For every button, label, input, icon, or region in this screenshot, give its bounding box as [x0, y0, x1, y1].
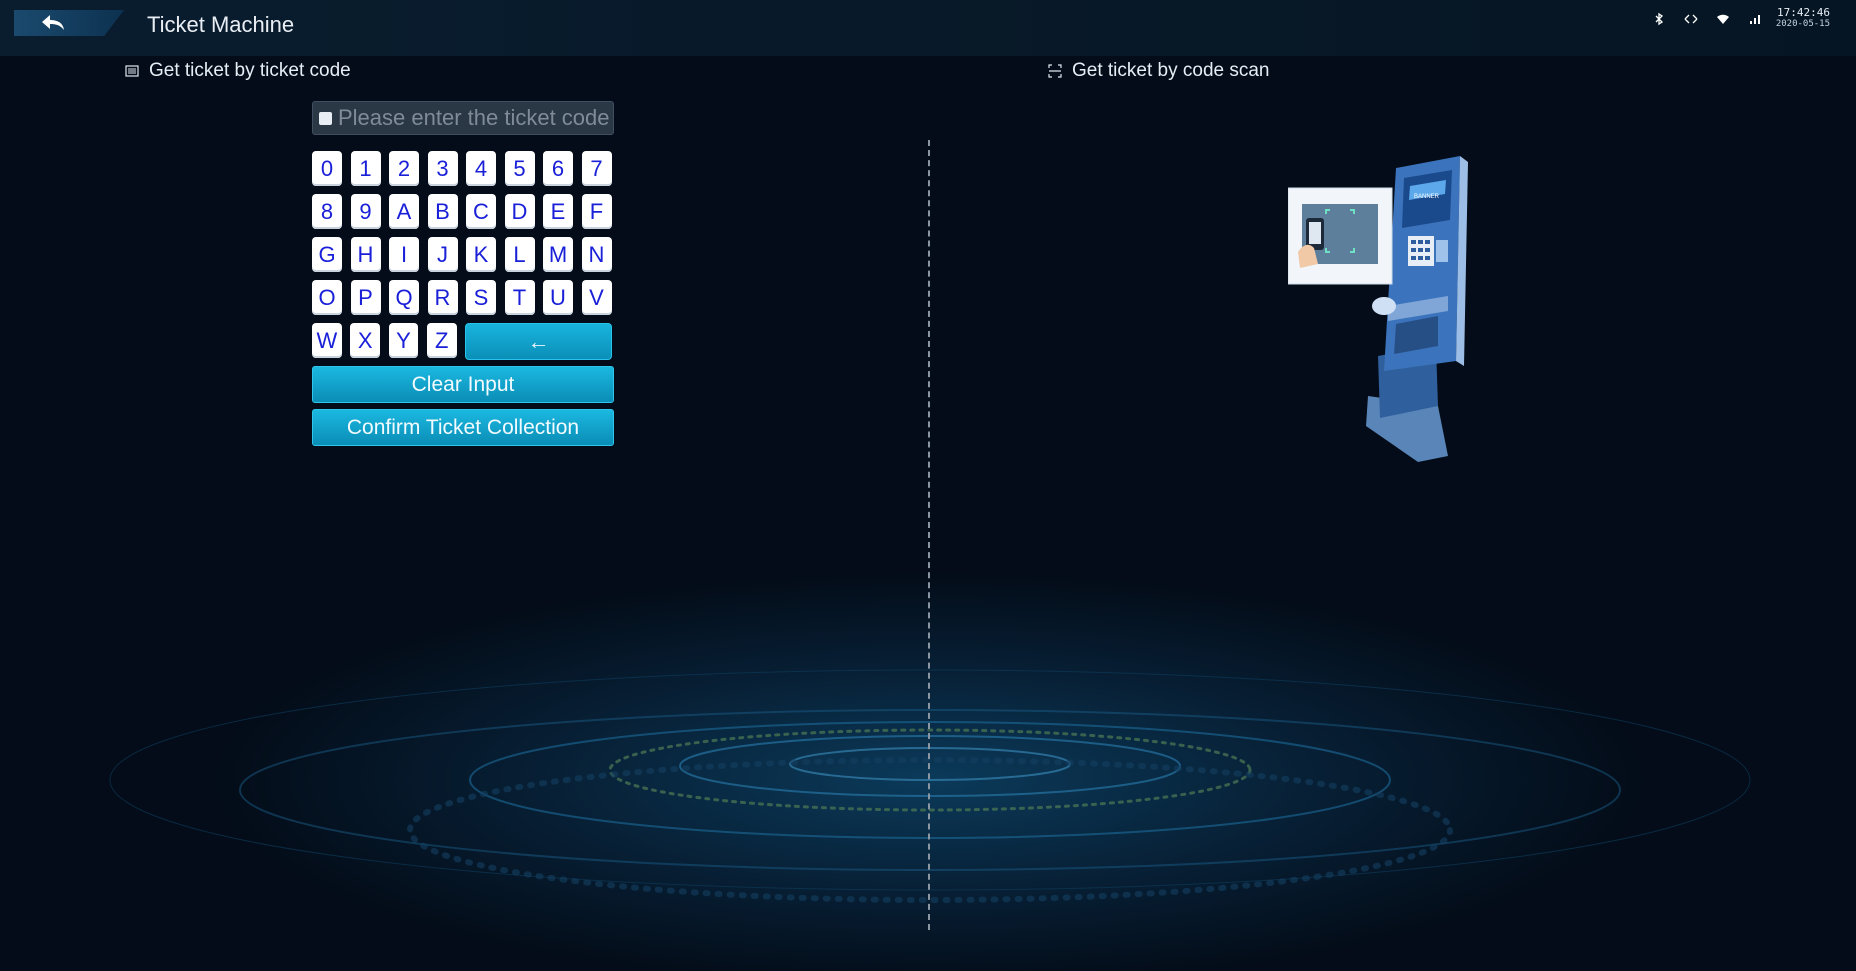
keypad-row: G H I J K L M N: [312, 237, 612, 272]
key-e[interactable]: E: [543, 194, 573, 229]
input-checkbox-icon: [319, 111, 332, 125]
key-4[interactable]: 4: [466, 151, 496, 186]
page-title: Ticket Machine: [147, 12, 295, 37]
keypad-row: W X Y Z ←: [312, 323, 613, 360]
key-j[interactable]: J: [427, 237, 458, 272]
key-3[interactable]: 3: [427, 151, 458, 186]
key-5[interactable]: 5: [504, 151, 535, 186]
keypad-row: 8 9 A B C D E F: [312, 194, 612, 229]
key-o[interactable]: O: [312, 280, 342, 315]
ticket-kiosk-illustration: BANNER: [1288, 156, 1468, 462]
key-k[interactable]: K: [466, 237, 496, 272]
key-c[interactable]: C: [466, 194, 496, 229]
barcode-icon: [125, 65, 139, 77]
scan-icon: [1048, 64, 1062, 78]
kiosk-banner-text: BANNER: [1414, 194, 1440, 200]
clock: 17:42:46 2020-05-15: [1776, 6, 1830, 29]
ticket-code-section-header: Get ticket by ticket code: [125, 60, 351, 82]
key-a[interactable]: A: [389, 194, 419, 229]
key-1[interactable]: 1: [350, 151, 381, 186]
keypad-row: O P Q R S T U V: [312, 280, 612, 315]
key-8[interactable]: 8: [312, 194, 342, 229]
bluetooth-icon: [1652, 12, 1666, 26]
key-n[interactable]: N: [581, 237, 612, 272]
ticket-code-section-title: Get ticket by ticket code: [149, 60, 351, 81]
code-scan-section-title: Get ticket by code scan: [1072, 60, 1270, 81]
key-x[interactable]: X: [350, 323, 381, 358]
code-scan-section-header: Get ticket by code scan: [1048, 60, 1270, 82]
confirm-ticket-collection-button[interactable]: Confirm Ticket Collection: [312, 409, 614, 446]
key-b[interactable]: B: [427, 194, 458, 229]
key-6[interactable]: 6: [543, 151, 573, 186]
wifi-icon: [1716, 12, 1730, 26]
key-m[interactable]: M: [543, 237, 573, 272]
key-l[interactable]: L: [504, 237, 535, 272]
key-p[interactable]: P: [350, 280, 381, 315]
key-2[interactable]: 2: [389, 151, 419, 186]
key-y[interactable]: Y: [388, 323, 419, 358]
key-z[interactable]: Z: [426, 323, 457, 358]
top-bar: Ticket Machine 17:42:46 2020-05-15: [0, 0, 1856, 56]
key-i[interactable]: I: [389, 237, 419, 272]
key-9[interactable]: 9: [350, 194, 381, 229]
key-u[interactable]: U: [543, 280, 573, 315]
key-d[interactable]: D: [504, 194, 535, 229]
section-divider: [928, 140, 930, 930]
key-r[interactable]: R: [427, 280, 458, 315]
key-v[interactable]: V: [581, 280, 612, 315]
key-f[interactable]: F: [581, 194, 612, 229]
usb-icon: [1684, 12, 1698, 26]
clear-input-button[interactable]: Clear Input: [312, 366, 614, 403]
key-q[interactable]: Q: [389, 280, 419, 315]
key-h[interactable]: H: [350, 237, 381, 272]
keypad: 0 1 2 3 4 5 6 7 8 9 A B C D E F G H I J …: [312, 151, 613, 366]
status-icons: [1652, 12, 1762, 26]
back-arrow-icon: [42, 15, 64, 30]
clock-time: 17:42:46: [1777, 6, 1830, 19]
clock-date: 2020-05-15: [1775, 19, 1830, 29]
key-0[interactable]: 0: [312, 151, 342, 186]
key-s[interactable]: S: [466, 280, 496, 315]
key-t[interactable]: T: [504, 280, 535, 315]
key-w[interactable]: W: [312, 323, 342, 358]
ticket-code-input[interactable]: [332, 104, 613, 132]
back-button[interactable]: [14, 10, 124, 36]
key-7[interactable]: 7: [581, 151, 612, 186]
ticket-code-input-wrapper: [312, 101, 614, 135]
backspace-button[interactable]: ←: [465, 323, 613, 360]
keypad-row: 0 1 2 3 4 5 6 7: [312, 151, 612, 186]
key-g[interactable]: G: [312, 237, 342, 272]
signal-icon: [1748, 12, 1762, 26]
